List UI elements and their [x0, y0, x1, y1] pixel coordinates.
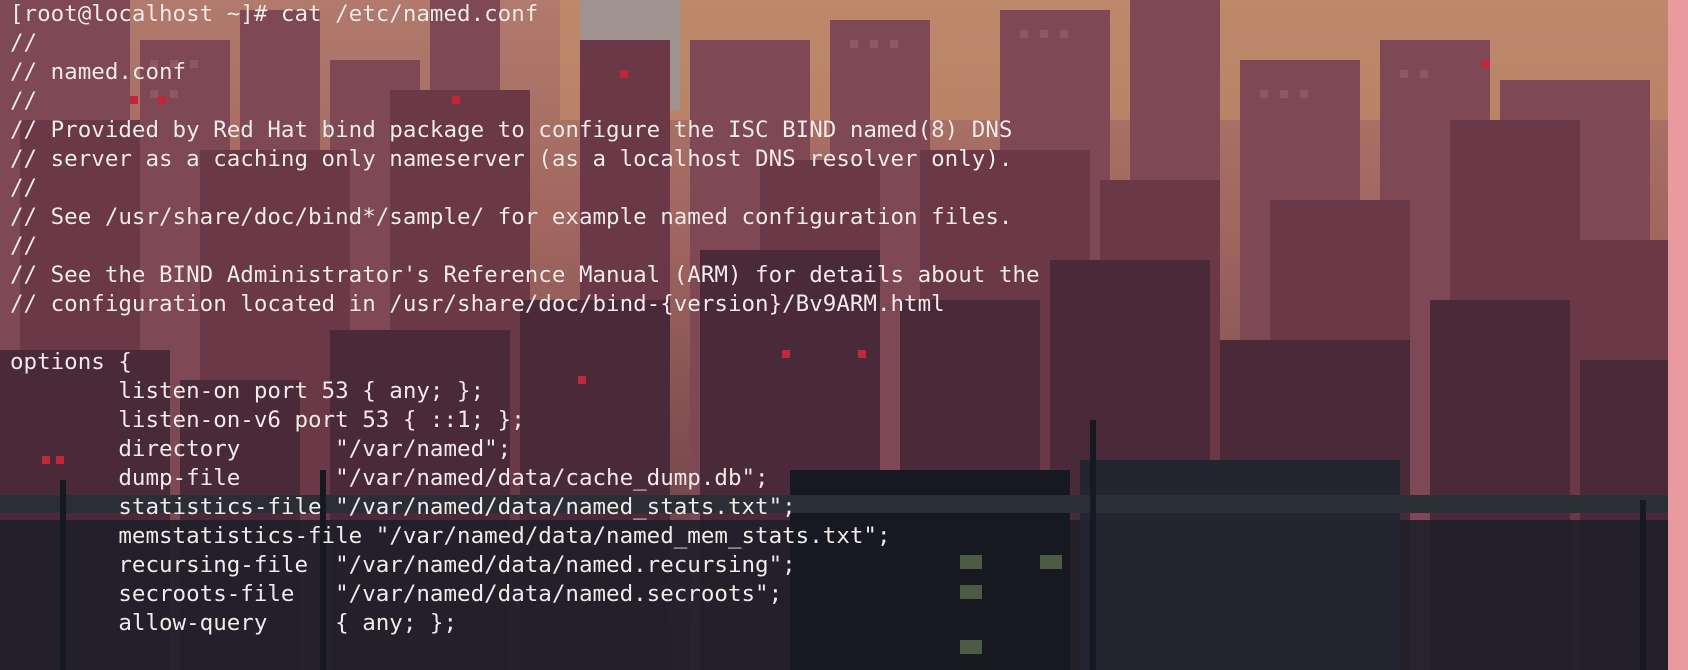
terminal-line: directory "/var/named"; [10, 436, 512, 462]
terminal-line: // server as a caching only nameserver (… [10, 146, 1013, 172]
terminal-line: recursing-file "/var/named/data/named.re… [10, 552, 796, 578]
terminal-line: dump-file "/var/named/data/cache_dump.db… [10, 465, 769, 491]
terminal-line: // [10, 233, 38, 259]
terminal-line: // named.conf [10, 59, 187, 85]
terminal-line: listen-on-v6 port 53 { ::1; }; [10, 407, 525, 433]
terminal-line: statistics-file "/var/named/data/named_s… [10, 494, 796, 520]
terminal-line: // configuration located in /usr/share/d… [10, 291, 945, 317]
terminal-line: // Provided by Red Hat bind package to c… [10, 117, 1013, 143]
terminal-line: // [10, 175, 38, 201]
terminal-line: memstatistics-file "/var/named/data/name… [10, 523, 891, 549]
terminal-output[interactable]: [root@localhost ~]# cat /etc/named.conf … [10, 0, 1670, 670]
terminal-line: // [10, 88, 38, 114]
terminal-line: // See the BIND Administrator's Referenc… [10, 262, 1040, 288]
terminal-line: [root@localhost ~]# cat /etc/named.conf [10, 1, 539, 27]
terminal-line: // [10, 30, 38, 56]
terminal-line: // See /usr/share/doc/bind*/sample/ for … [10, 204, 1013, 230]
terminal-line: listen-on port 53 { any; }; [10, 378, 485, 404]
terminal-line: allow-query { any; }; [10, 610, 458, 636]
terminal-line: secroots-file "/var/named/data/named.sec… [10, 581, 783, 607]
terminal-line: options { [10, 349, 132, 375]
